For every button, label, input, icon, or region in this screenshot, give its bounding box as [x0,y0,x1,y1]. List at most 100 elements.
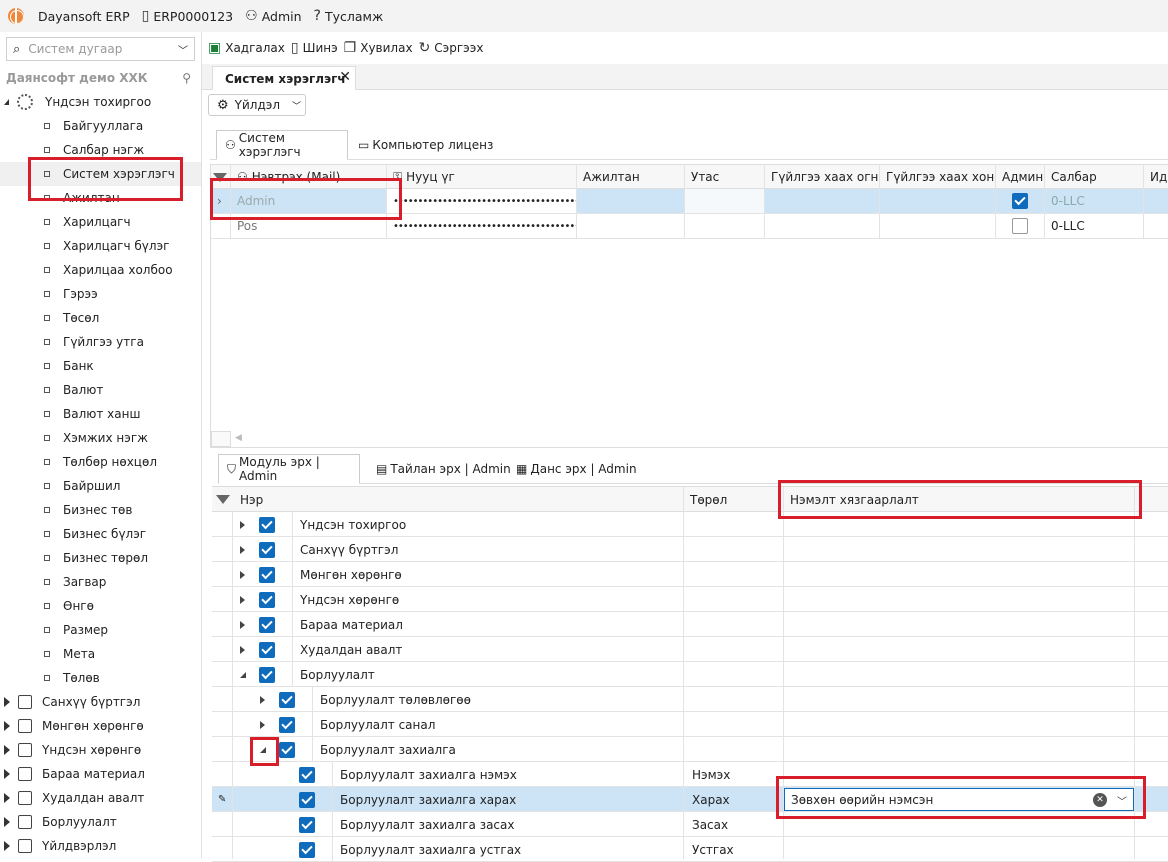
column-branch[interactable]: Салбар [1045,165,1144,189]
sidebar-module[interactable]: Үндсэн хөрөнгө [0,738,201,762]
sidebar-item[interactable]: Мета [0,642,201,666]
filter-icon[interactable] [216,487,230,512]
expand-icon[interactable] [4,793,10,803]
close-days-cell[interactable] [880,214,996,238]
table-row[interactable]: Үндсэн тохиргоо [212,512,1168,537]
sidebar-module[interactable]: Санхүү бүртгэл [0,690,201,714]
filter-icon[interactable] [211,165,231,189]
sidebar-item[interactable]: Харилцагч [0,210,201,234]
column-password[interactable]: ⚿ Нууц үг [387,165,577,189]
close-date-cell[interactable] [765,214,880,238]
table-row[interactable]: Борлуулалт төлөвлөгөө [212,687,1168,712]
table-row[interactable]: Бараа материал [212,612,1168,637]
expand-icon[interactable] [240,587,245,612]
column-admin[interactable]: Админ [996,165,1045,189]
expand-icon[interactable] [4,769,10,779]
permission-checkbox[interactable] [259,666,275,683]
sidebar-item[interactable]: Харилцагч бүлэг [0,234,201,258]
column-close-days[interactable]: Гүйлгээ хаах хоног [880,165,996,189]
permission-checkbox[interactable] [279,741,295,758]
restriction-dropdown[interactable]: Зөвхөн өөрийн нэмсэн ✕ ﹀ [784,788,1134,811]
table-row[interactable]: Борлуулалт захиалга нэмэх Нэмэх [212,762,1168,787]
permission-checkbox[interactable] [259,541,275,558]
sidebar-item[interactable]: Банк [0,354,201,378]
sidebar-item[interactable]: Харилцаа холбоо [0,258,201,282]
permission-checkbox[interactable] [259,566,275,583]
table-row[interactable]: › Admin ••••••••••••••••••••••••••••••••… [211,189,1168,214]
login-cell[interactable]: Pos [231,214,387,238]
expand-icon[interactable] [4,721,10,731]
column-login[interactable]: ⚇ Нэвтрэх (Mail) [231,165,387,189]
table-row[interactable]: Худалдан авалт [212,637,1168,662]
admin-cell[interactable] [996,214,1045,238]
column-employee[interactable]: Ажилтан [577,165,685,189]
close-days-cell[interactable] [880,189,996,213]
chevron-down-icon[interactable]: ﹀ [1117,793,1127,808]
branch-cell[interactable]: 0-LLC [1045,189,1144,213]
permission-checkbox[interactable] [259,516,275,533]
sidebar-item[interactable]: Валют ханш [0,402,201,426]
new-button[interactable]: ▯ Шинэ [291,40,338,56]
help-menu[interactable]: ? Тусламж [314,8,384,24]
tab-account-permissions[interactable]: ▦ Данс эрх | Admin [508,454,645,484]
column-name[interactable]: Нэр [240,487,263,512]
expand-icon[interactable] [240,512,245,537]
permission-checkbox-cell[interactable] [296,762,318,787]
tab-report-permissions[interactable]: ▤ Тайлан эрх | Admin [368,454,519,484]
permission-checkbox[interactable] [259,616,275,633]
table-row[interactable]: Pos ••••••••••••••••••••••••••••••••••••… [211,214,1168,239]
user-menu[interactable]: ⚇ Admin [245,8,301,24]
close-date-cell[interactable] [765,189,880,213]
sidebar-item[interactable]: Бизнес төрөл [0,546,201,570]
admin-checkbox[interactable] [1012,218,1028,234]
sidebar-item[interactable]: Салбар нэгж [0,138,201,162]
employee-cell[interactable] [577,189,685,213]
permission-checkbox[interactable] [279,691,295,708]
sidebar-module[interactable]: Бараа материал [0,762,201,786]
password-cell[interactable]: ••••••••••••••••••••••••••••••••••••••••… [387,189,577,213]
clear-icon[interactable]: ✕ [1093,793,1107,807]
permission-checkbox-cell[interactable] [296,812,318,837]
sidebar-module[interactable]: Худалдан авалт [0,786,201,810]
table-row[interactable]: Борлуулалт санал [212,712,1168,737]
table-row[interactable]: Борлуулалт [212,662,1168,687]
column-id[interactable]: Ид [1144,165,1168,189]
copy-button[interactable]: ❐ Хувилах [344,40,413,56]
permission-checkbox-cell[interactable] [296,787,318,812]
permission-checkbox-cell[interactable] [256,637,278,662]
phone-cell[interactable] [685,189,765,213]
permission-checkbox[interactable] [259,591,275,608]
permission-checkbox[interactable] [259,641,275,658]
admin-cell[interactable] [996,189,1045,213]
login-cell[interactable]: Admin [231,189,387,213]
database-label[interactable]: ▯ ERP0000123 [142,8,234,24]
permission-checkbox-cell[interactable] [256,512,278,537]
permission-checkbox[interactable] [279,716,295,733]
table-row[interactable]: Мөнгөн хөрөнгө [212,562,1168,587]
permission-checkbox[interactable] [299,766,315,783]
close-icon[interactable]: ✕ [339,69,351,85]
pin-icon[interactable]: ⚲ [182,71,191,85]
permission-checkbox-cell[interactable] [276,737,298,762]
collapse-icon[interactable] [260,737,266,762]
sidebar-item[interactable]: Хэмжих нэгж [0,426,201,450]
permission-checkbox[interactable] [299,841,315,858]
search-box[interactable]: ⌕ Систем дугаар ﹀ [6,37,195,61]
sidebar-item[interactable]: Систем хэрэглэгч [0,162,201,186]
sidebar-item[interactable]: Гэрээ [0,282,201,306]
collapse-icon[interactable] [4,99,9,105]
expand-icon[interactable] [4,745,10,755]
tree-root-settings[interactable]: Үндсэн тохиргоо [0,90,201,114]
table-row[interactable]: Борлуулалт захиалга засах Засах [212,812,1168,837]
sidebar-item[interactable]: Загвар [0,570,201,594]
column-close-date[interactable]: Гүйлгээ хаах огноо [765,165,880,189]
sidebar-item[interactable]: Төсөл [0,306,201,330]
column-phone[interactable]: Утас [685,165,765,189]
table-row[interactable]: Борлуулалт захиалга устгах Устгах [212,837,1168,862]
tab-module-permissions[interactable]: ⛉ Модуль эрх | Admin [218,454,360,484]
sidebar-module[interactable]: Борлуулалт [0,810,201,834]
expand-icon[interactable] [4,841,10,851]
collapse-icon[interactable] [240,662,246,687]
tab-system-user-list[interactable]: ⚇ Систем хэрэглэгч [216,130,348,160]
sidebar-item[interactable]: Байгууллага [0,114,201,138]
